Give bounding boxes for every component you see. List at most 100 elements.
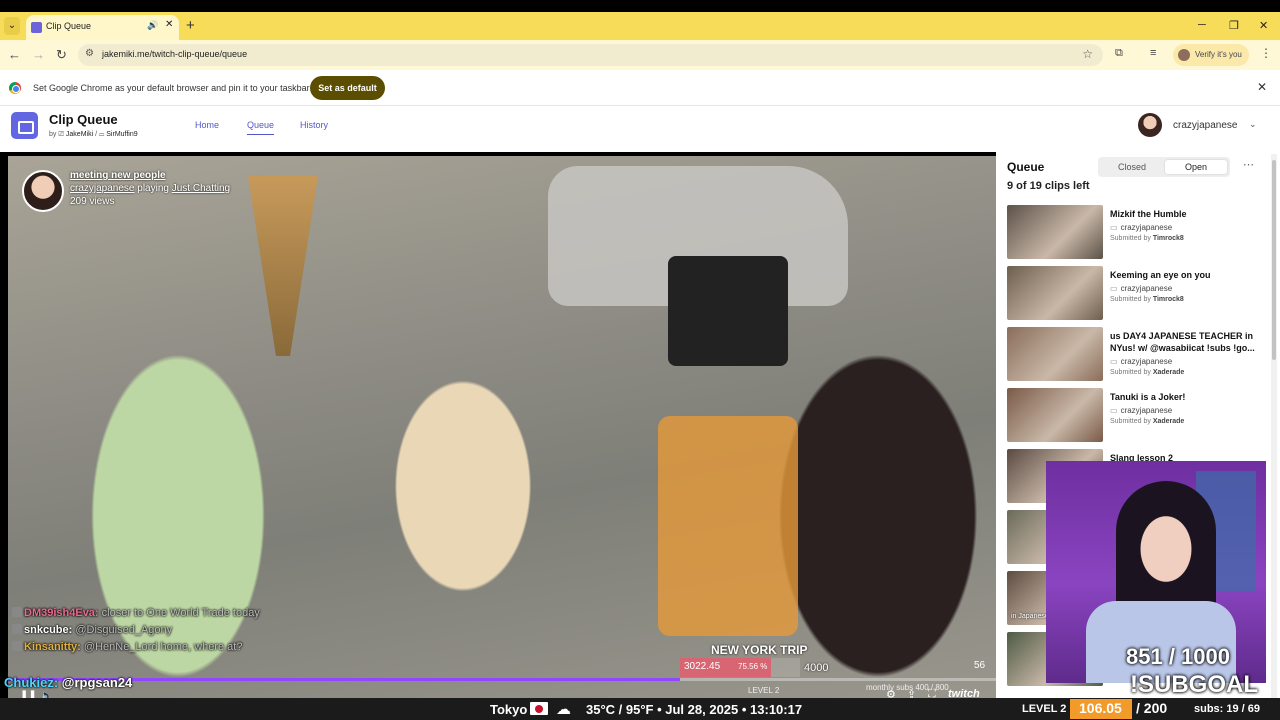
weather-datetime: 35°C / 95°F • Jul 28, 2025 • 13:10:17 — [586, 702, 803, 717]
channel-name: crazyjapanese — [1120, 406, 1173, 415]
stream-chat-overlay: DM39ish4Eva: closer to One World Trade t… — [12, 606, 342, 657]
queue-count: 9 of 19 clips left — [1007, 180, 1090, 192]
clip-number: 56 — [974, 660, 986, 671]
queue-item[interactable]: us DAY4 JAPANESE TEACHER in NYus! w/ @wa… — [1007, 327, 1267, 382]
chat-icon: ▭ — [1110, 284, 1118, 293]
queue-item-title: us DAY4 JAPANESE TEACHER in NYus! w/ @wa… — [1110, 331, 1255, 353]
chat-badge-icon — [12, 641, 22, 651]
queue-item-submitter: Submitted by Timrock8 — [1110, 235, 1184, 242]
chat-text: @Disguised_Agony — [75, 624, 173, 636]
reload-icon[interactable]: ↻ — [56, 47, 67, 63]
queue-open-option[interactable]: Open — [1165, 160, 1227, 174]
app-logo-icon[interactable] — [11, 112, 38, 139]
submitter-name: Xaderade — [1152, 369, 1185, 376]
app-header: Clip Queue by ⎚ JakeMiki / ▭ SirMuffin9 … — [0, 106, 1280, 152]
user-name[interactable]: crazyjapanese — [1173, 120, 1237, 131]
chat-message: Kinsanitty: @HenNe_Lord home, where at? — [12, 640, 342, 654]
nav-queue[interactable]: Queue — [247, 120, 275, 135]
queue-item-title: Tanuki is a Joker! — [1110, 392, 1186, 402]
clip-channel-line: crazyjapanese playing Just Chatting — [70, 183, 230, 194]
queue-item[interactable]: Keeming an eye on you ▭ crazyjapanese Sub… — [1007, 266, 1267, 321]
submitted-prefix: Submitted by — [1110, 369, 1151, 376]
scrollbar-thumb[interactable] — [1272, 160, 1276, 360]
stream-info-bar: Tokyo ☁ 35°C / 95°F • Jul 28, 2025 • 13:… — [0, 698, 1280, 720]
scene-ice-cream — [248, 176, 318, 356]
tab-close-icon[interactable]: ✕ — [165, 19, 173, 30]
chevron-down-icon[interactable]: ⌄ — [1249, 119, 1257, 130]
seek-bar[interactable] — [8, 678, 996, 681]
sub-goal-count: 851 / 1000 — [1126, 644, 1230, 669]
bits-goal-value: 3022.45 — [684, 661, 721, 672]
queue-closed-option[interactable]: Closed — [1101, 160, 1163, 174]
clip-title[interactable]: meeting new people — [70, 170, 166, 181]
media-control-icon[interactable]: ≡ — [1150, 47, 1156, 59]
infobar-close-icon[interactable]: ✕ — [1257, 80, 1267, 94]
url-bar[interactable]: ⚙ jakemiki.me/twitch-clip-queue/queue ☆ — [78, 44, 1103, 66]
bookmark-star-icon[interactable]: ☆ — [1082, 47, 1093, 61]
infobar-message: Set Google Chrome as your default browse… — [33, 83, 310, 93]
level-indicator: LEVEL 2 — [1022, 703, 1067, 715]
extensions-icon[interactable]: ⧉ — [1115, 47, 1123, 60]
playing-word: playing — [137, 183, 169, 194]
chat-username: Chukiez: — [4, 675, 59, 690]
tab-search-button[interactable]: ⌄ — [4, 17, 20, 35]
tab-clip-queue[interactable]: Clip Queue 🔊 ✕ — [26, 15, 179, 40]
chat-icon: ▭ — [1110, 406, 1118, 415]
queue-title: Queue — [1007, 160, 1045, 174]
restore-icon[interactable]: ❐ — [1229, 19, 1239, 32]
queue-item-channel: ▭ crazyjapanese — [1110, 406, 1172, 415]
new-tab-button[interactable]: + — [186, 17, 195, 34]
trip-banner: NEW YORK TRIP — [711, 643, 808, 657]
queue-item-title: Mizkif the Humble — [1110, 209, 1187, 219]
clip-thumbnail — [1007, 327, 1103, 381]
channel-name: crazyjapanese — [1120, 223, 1173, 232]
queue-item-channel: ▭ crazyjapanese — [1110, 357, 1172, 366]
clip-channel[interactable]: crazyjapanese — [70, 183, 134, 194]
queue-menu-icon[interactable]: ⋯ — [1243, 158, 1254, 171]
chat-message-latest: Chukiez: @rpgsan24 — [4, 675, 132, 690]
bits-goal-target: 4000 — [804, 662, 829, 674]
app-title: Clip Queue — [49, 112, 118, 127]
site-info-icon[interactable]: ⚙ — [85, 48, 94, 59]
channel-name: crazyjapanese — [1120, 284, 1173, 293]
chat-username: snkcube: — [24, 624, 73, 636]
user-avatar[interactable] — [1138, 113, 1162, 137]
queue-item-channel: ▭ crazyjapanese — [1110, 223, 1172, 232]
chat-icon: ▭ — [1110, 223, 1118, 232]
bits-goal-percent: 75.56 % — [738, 662, 768, 671]
submitted-prefix: Submitted by — [1110, 418, 1151, 425]
queue-item-title: Keeming an eye on you — [1110, 270, 1211, 280]
clip-thumbnail — [1007, 266, 1103, 320]
queue-item[interactable]: Mizkif the Humble ▭ crazyjapanese Submitt… — [1007, 205, 1267, 260]
window-close-icon[interactable]: ✕ — [1259, 19, 1268, 32]
credit-author-1[interactable]: JakeMiki — [66, 131, 93, 138]
channel-name: crazyjapanese — [1120, 357, 1173, 366]
chat-icon: ▭ — [1110, 357, 1118, 366]
forward-icon[interactable]: → — [32, 47, 45, 62]
chat-message: snkcube: @Disguised_Agony — [12, 623, 342, 637]
chat-text: closer to One World Trade today — [101, 607, 260, 619]
set-as-default-button[interactable]: Set as default — [310, 76, 385, 100]
level-label: LEVEL 2 — [748, 686, 780, 695]
queue-scrollbar[interactable] — [1271, 154, 1277, 702]
minimize-icon[interactable]: ─ — [1198, 19, 1206, 31]
scene-bike — [658, 416, 798, 636]
queue-open-toggle[interactable]: Closed Open — [1098, 157, 1230, 177]
nav-home[interactable]: Home — [195, 120, 219, 130]
default-browser-infobar: Set Google Chrome as your default browse… — [0, 70, 1280, 106]
clip-channel-avatar[interactable] — [22, 170, 64, 212]
bits-goal: / 200 — [1136, 700, 1168, 716]
queue-item[interactable]: Tanuki is a Joker! ▭ crazyjapanese Submit… — [1007, 388, 1267, 443]
profile-verify-button[interactable]: Verify it's you — [1173, 44, 1249, 66]
nav-history[interactable]: History — [300, 120, 328, 130]
back-icon[interactable]: ← — [8, 47, 21, 62]
cloud-icon: ☁ — [556, 701, 571, 718]
speaker-icon[interactable]: 🔊 — [147, 20, 158, 31]
clip-category[interactable]: Just Chatting — [172, 183, 230, 194]
chrome-menu-icon[interactable]: ⋮ — [1260, 46, 1272, 60]
japan-flag-icon — [530, 702, 548, 715]
queue-item-submitter: Submitted by Xaderade — [1110, 369, 1184, 376]
video-player[interactable]: meeting new people crazyjapanese playing… — [8, 156, 996, 704]
credit-author-2[interactable]: SirMuffin9 — [106, 131, 137, 138]
queue-item-submitter: Submitted by Xaderade — [1110, 418, 1184, 425]
